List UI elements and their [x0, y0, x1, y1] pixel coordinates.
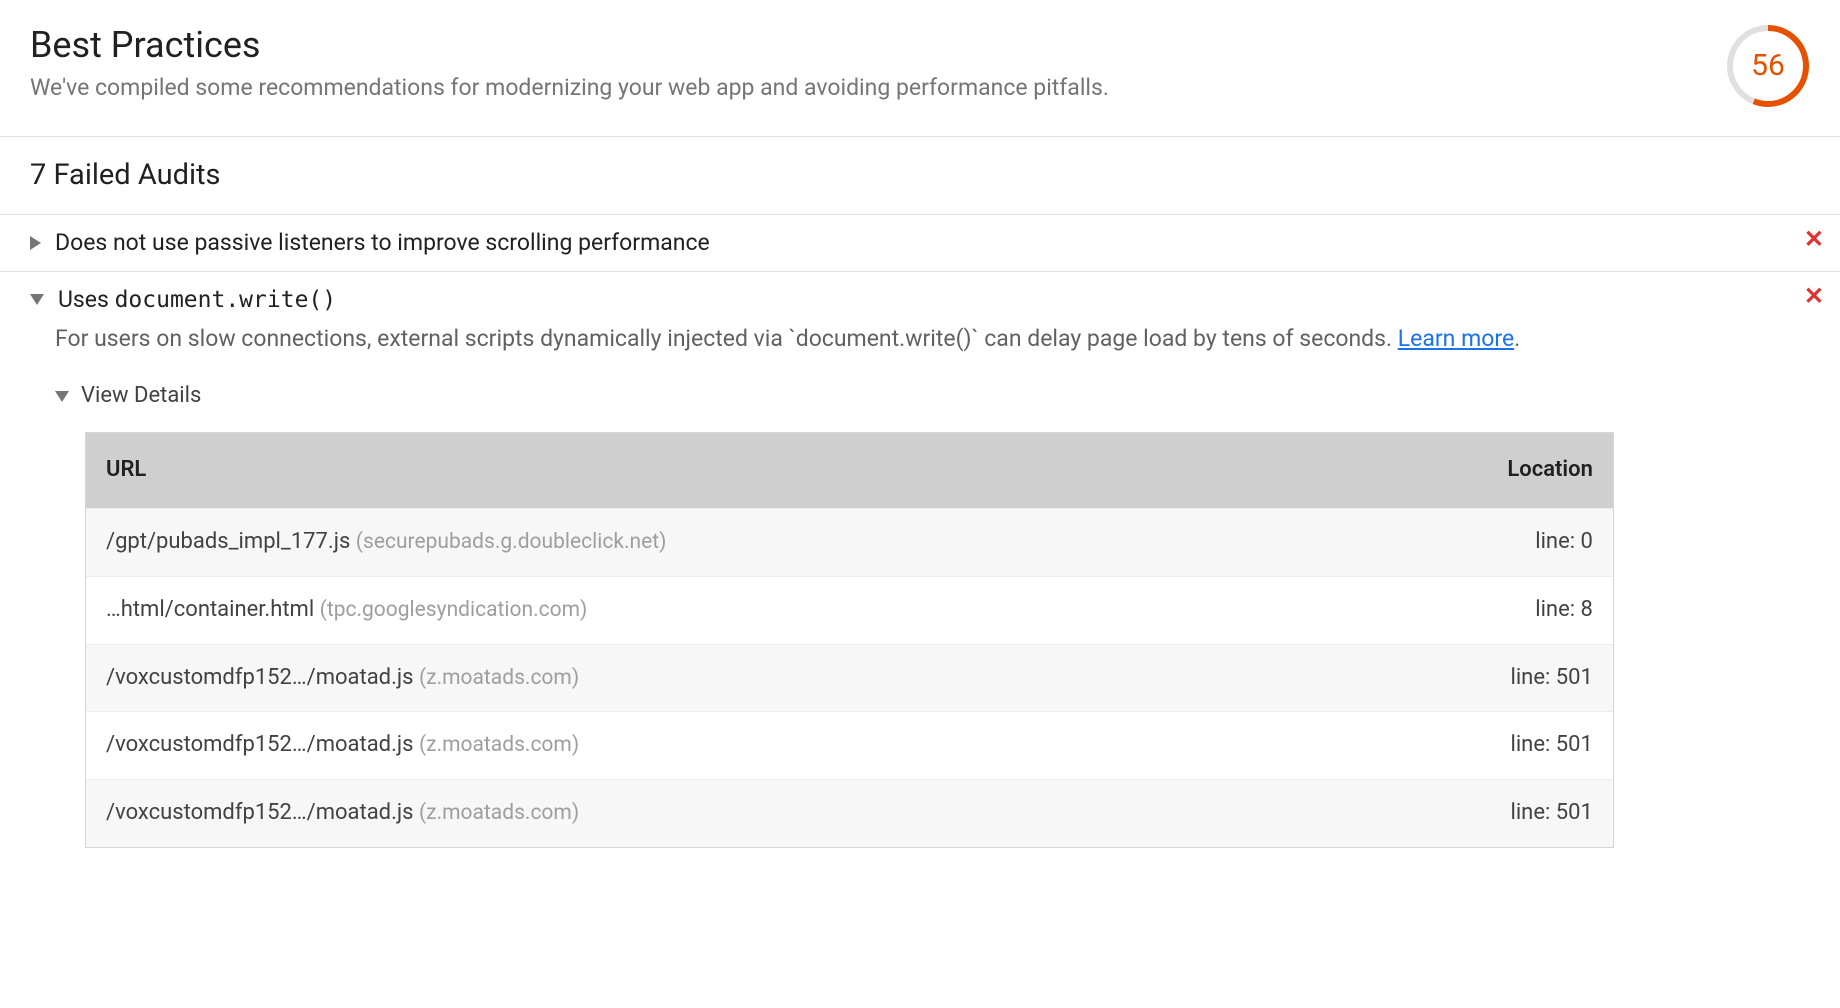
page-subtitle: We've compiled some recommendations for …	[30, 72, 1726, 104]
url-cell: /voxcustomdfp152…/moatad.js (z.moatads.c…	[106, 730, 1443, 761]
location-cell: line: 501	[1443, 663, 1593, 694]
audit-description-text: For users on slow connections, external …	[55, 325, 1398, 352]
table-row: /voxcustomdfp152…/moatad.js (z.moatads.c…	[86, 711, 1613, 779]
chevron-right-icon	[30, 236, 41, 250]
table-header: URL Location	[86, 433, 1613, 508]
chevron-down-icon	[55, 391, 69, 402]
fail-icon: ✕	[1784, 227, 1840, 251]
url-cell: …html/container.html (tpc.googlesyndicat…	[106, 595, 1443, 626]
failed-audits-heading: 7 Failed Audits	[0, 137, 1840, 214]
location-cell: line: 0	[1443, 527, 1593, 558]
audit-title-prefix: Uses	[58, 286, 115, 313]
score-gauge: 56	[1726, 24, 1810, 108]
column-location: Location	[1443, 455, 1593, 486]
url-cell: /gpt/pubads_impl_177.js (securepubads.g.…	[106, 527, 1443, 558]
url-cell: /voxcustomdfp152…/moatad.js (z.moatads.c…	[106, 798, 1443, 829]
url-cell: /voxcustomdfp152…/moatad.js (z.moatads.c…	[106, 663, 1443, 694]
location-cell: line: 501	[1443, 798, 1593, 829]
view-details-label: View Details	[81, 381, 201, 412]
audit-title: Does not use passive listeners to improv…	[55, 227, 710, 259]
score-value: 56	[1726, 24, 1810, 108]
learn-more-link[interactable]: Learn more	[1398, 325, 1514, 352]
report-header: Best Practices We've compiled some recom…	[30, 20, 1810, 136]
table-row: /voxcustomdfp152…/moatad.js (z.moatads.c…	[86, 644, 1613, 712]
page-title: Best Practices	[30, 20, 1726, 70]
table-row: …html/container.html (tpc.googlesyndicat…	[86, 576, 1613, 644]
audit-title-code: document.write()	[115, 287, 337, 313]
table-row: /voxcustomdfp152…/moatad.js (z.moatads.c…	[86, 779, 1613, 847]
location-cell: line: 501	[1443, 730, 1593, 761]
details-table: URL Location /gpt/pubads_impl_177.js (se…	[85, 432, 1614, 848]
chevron-down-icon	[30, 294, 44, 305]
audit-description: For users on slow connections, external …	[30, 316, 1784, 355]
audit-row[interactable]: Does not use passive listeners to improv…	[0, 214, 1840, 271]
audit-row[interactable]: Uses document.write() For users on slow …	[0, 271, 1840, 848]
view-details-toggle[interactable]: View Details	[30, 355, 1784, 432]
fail-icon: ✕	[1784, 284, 1840, 308]
location-cell: line: 8	[1443, 595, 1593, 626]
table-row: /gpt/pubads_impl_177.js (securepubads.g.…	[86, 508, 1613, 576]
audit-title: Uses document.write()	[58, 284, 336, 316]
column-url: URL	[106, 455, 1443, 486]
